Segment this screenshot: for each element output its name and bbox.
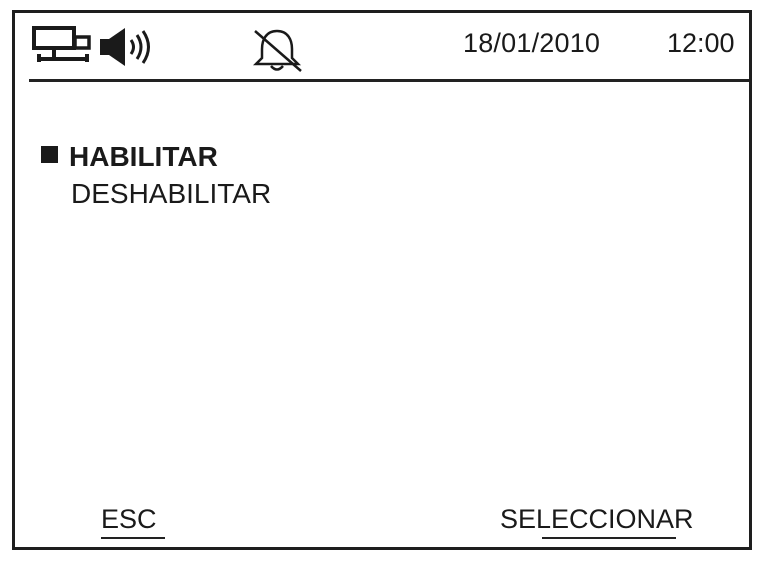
menu-option-habilitar[interactable]: HABILITAR: [41, 141, 218, 173]
menu-option-label: DESHABILITAR: [71, 178, 272, 209]
selection-marker: [41, 146, 58, 163]
status-bar: 18/01/2010 12:00: [15, 13, 749, 79]
esc-softkey[interactable]: ESC: [101, 504, 165, 539]
status-divider: [29, 79, 749, 82]
device-screen: 18/01/2010 12:00 HABILITAR DESHABILITAR …: [12, 10, 752, 550]
speaker-icon: [100, 28, 150, 66]
esc-softkey-underline: [101, 537, 165, 539]
select-softkey-label: SELECCIONAR: [500, 504, 694, 534]
time-display: 12:00: [667, 28, 735, 58]
date-display: 18/01/2010: [463, 28, 601, 58]
select-softkey[interactable]: SELECCIONAR: [500, 504, 694, 539]
network-icon: [32, 26, 91, 62]
menu-option-label: HABILITAR: [69, 141, 218, 172]
menu-option-deshabilitar[interactable]: DESHABILITAR: [71, 178, 271, 210]
select-softkey-underline: [542, 537, 676, 539]
esc-softkey-label: ESC: [101, 504, 157, 534]
bell-off-icon: [252, 29, 302, 72]
